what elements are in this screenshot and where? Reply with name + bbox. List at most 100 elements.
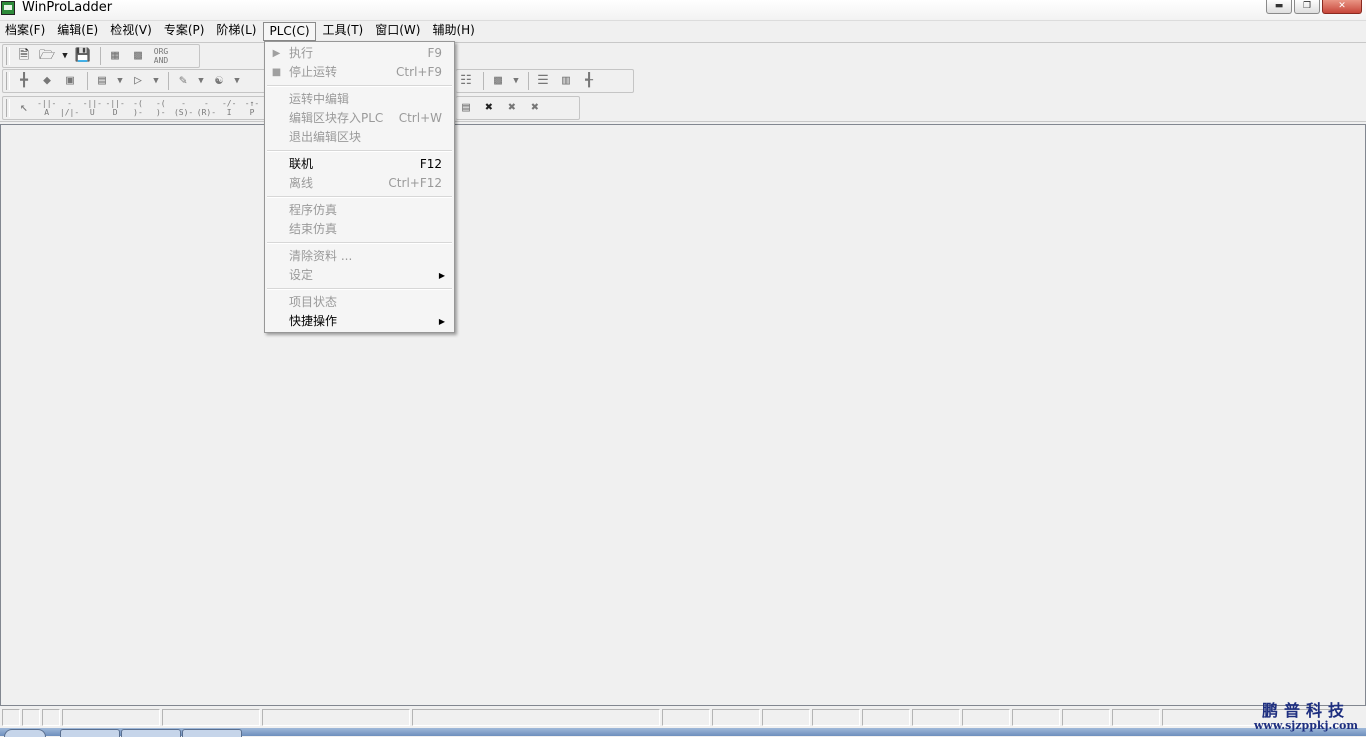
coil-reset-icon[interactable]: -(R)-R <box>196 99 216 117</box>
menu-plc[interactable]: PLC(C) <box>263 22 316 41</box>
edit-toolbar: ╋ ◆ ▣ ▤ ▼ ▷ ▼ ✎ ▼ ☯ ▼ <box>2 69 266 93</box>
menu-separator <box>267 85 452 87</box>
delete-horizontal-line-icon[interactable]: ✖ <box>525 99 545 117</box>
menu-separator <box>267 196 452 198</box>
row-insert-dropdown-icon[interactable]: ▼ <box>115 72 125 90</box>
org-and-toggle-icon[interactable]: ORG AND <box>151 47 171 65</box>
menu-item-edit-in-run[interactable]: 运转中编辑 <box>265 90 454 109</box>
contact-down-icon[interactable]: -||- D <box>105 99 125 117</box>
toolbar-separator <box>528 72 529 90</box>
app-icon[interactable] <box>1 1 15 15</box>
save-icon[interactable]: 💾 <box>73 47 93 65</box>
status-pane <box>812 709 860 726</box>
status-pane <box>62 709 160 726</box>
align-left-icon[interactable]: ☰ <box>533 72 553 90</box>
menu-view[interactable]: 检视(V) <box>105 21 157 40</box>
toolbar-separator <box>87 72 88 90</box>
new-file-icon[interactable]: 🗎 <box>14 47 34 65</box>
close-icon[interactable]: ✕ <box>1322 0 1362 14</box>
pulse-icon[interactable]: -↑- P <box>242 99 262 117</box>
menu-item-run[interactable]: ▶ 执行 F9 <box>265 44 454 63</box>
menu-ladder[interactable]: 阶梯(L) <box>211 21 261 40</box>
menu-tools[interactable]: 工具(T) <box>318 21 369 40</box>
copy-rung-icon[interactable]: ▣ <box>60 72 80 90</box>
status-pane <box>22 709 40 726</box>
menu-item-settings[interactable]: 设定 ▶ <box>265 266 454 285</box>
find-dropdown-icon[interactable]: ▼ <box>196 72 206 90</box>
toolbar-grip[interactable] <box>6 99 10 117</box>
standard-toolbar: 🗎 🗁 ▼ 💾 ▦ ▩ ORG AND <box>2 44 200 68</box>
status-pane <box>862 709 910 726</box>
compile-icon[interactable]: ▩ <box>488 72 508 90</box>
menu-file[interactable]: 档案(F) <box>0 21 50 40</box>
menu-item-save-block[interactable]: 编辑区块存入PLC Ctrl+W <box>265 109 454 128</box>
contact-b-icon[interactable]: -|/|-B <box>60 99 80 117</box>
query-block-icon[interactable]: ▥ <box>556 72 576 90</box>
open-folder-icon[interactable]: 🗁 <box>37 47 57 65</box>
register-table-icon[interactable]: ▩ <box>128 47 148 65</box>
watermark-name: 鹏普科技 <box>1261 701 1350 720</box>
maximize-icon[interactable]: ❐ <box>1294 0 1320 14</box>
menu-edit[interactable]: 编辑(E) <box>52 21 103 40</box>
select-pointer-icon[interactable]: ↖ <box>14 99 34 117</box>
toolbar-grip[interactable] <box>6 72 10 90</box>
contact-a-icon[interactable]: -||- A <box>37 99 57 117</box>
status-bar <box>0 709 1366 727</box>
status-pane <box>1062 709 1110 726</box>
menu-item-end-simulate[interactable]: 结束仿真 <box>265 220 454 239</box>
monitor-icon[interactable]: ☯ <box>209 72 229 90</box>
status-pane <box>912 709 960 726</box>
menu-project[interactable]: 专案(P) <box>159 21 210 40</box>
menu-item-clear-data[interactable]: 清除资料 ... <box>265 247 454 266</box>
stop-icon: ■ <box>271 67 282 78</box>
coil-output-icon[interactable]: -( )-O <box>128 99 148 117</box>
menu-window[interactable]: 窗口(W) <box>370 21 425 40</box>
submenu-arrow-icon: ▶ <box>438 271 445 280</box>
menu-item-online[interactable]: 联机 F12 <box>265 155 454 174</box>
menu-item-project-status[interactable]: 项目状态 <box>265 293 454 312</box>
delete-element-icon[interactable]: ✖ <box>479 99 499 117</box>
ladder-element-toolbar-continued: ▤ ✖ ✖ ✖ <box>456 96 580 120</box>
ladder-view-icon[interactable]: ▦ <box>105 47 125 65</box>
toolbar-separator <box>483 72 484 90</box>
column-insert-dropdown-icon[interactable]: ▼ <box>151 72 161 90</box>
monitor-dropdown-icon[interactable]: ▼ <box>232 72 242 90</box>
delete-vertical-line-icon[interactable]: ✖ <box>502 99 522 117</box>
status-pane <box>662 709 710 726</box>
menu-item-exit-edit[interactable]: 退出编辑区块 <box>265 128 454 147</box>
minimize-icon[interactable]: ▬ <box>1266 0 1292 14</box>
window-title: WinProLadder <box>22 0 113 15</box>
column-insert-icon[interactable]: ▷ <box>128 72 148 90</box>
watermark: 鹏普科技 www.sjzppkj.com <box>1254 702 1358 732</box>
menu-item-simulate[interactable]: 程序仿真 <box>265 201 454 220</box>
row-insert-icon[interactable]: ▤ <box>92 72 112 90</box>
cut-rung-icon[interactable]: ◆ <box>37 72 57 90</box>
menu-help[interactable]: 辅助(H) <box>427 21 479 40</box>
insert-rung-icon[interactable]: ╋ <box>14 72 34 90</box>
contact-up-icon[interactable]: -||- U <box>82 99 102 117</box>
coil-inverse-icon[interactable]: -( )-Q <box>151 99 171 117</box>
status-pane <box>1112 709 1160 726</box>
toolbar-separator <box>168 72 169 90</box>
function-block-icon[interactable]: ▤ <box>456 99 476 117</box>
menu-separator <box>267 242 452 244</box>
query-contact-icon[interactable]: ╉ <box>579 72 599 90</box>
find-replace-icon[interactable]: ✎ <box>173 72 193 90</box>
calendar-icon[interactable]: ☷ <box>456 72 476 90</box>
window-controls: ▬ ❐ ✕ <box>1264 0 1362 14</box>
plc-dropdown-menu: ▶ 执行 F9 ■ 停止运转 Ctrl+F9 运转中编辑 编辑区块存入PLC C… <box>264 41 455 333</box>
toolbar-separator <box>100 47 101 65</box>
coil-set-icon[interactable]: -(S)-E <box>174 99 194 117</box>
open-dropdown-icon[interactable]: ▼ <box>60 47 70 65</box>
compile-dropdown-icon[interactable]: ▼ <box>511 72 521 90</box>
mdi-workspace[interactable] <box>0 124 1366 706</box>
toolbar-grip[interactable] <box>6 47 10 65</box>
submenu-arrow-icon: ▶ <box>438 317 445 326</box>
play-icon: ▶ <box>272 48 281 59</box>
menu-item-offline[interactable]: 离线 Ctrl+F12 <box>265 174 454 193</box>
status-pane <box>2 709 20 726</box>
invert-icon[interactable]: -/- I <box>219 99 239 117</box>
menu-item-quick-ops[interactable]: 快捷操作 ▶ <box>265 312 454 331</box>
status-pane <box>262 709 410 726</box>
menu-item-stop[interactable]: ■ 停止运转 Ctrl+F9 <box>265 63 454 82</box>
